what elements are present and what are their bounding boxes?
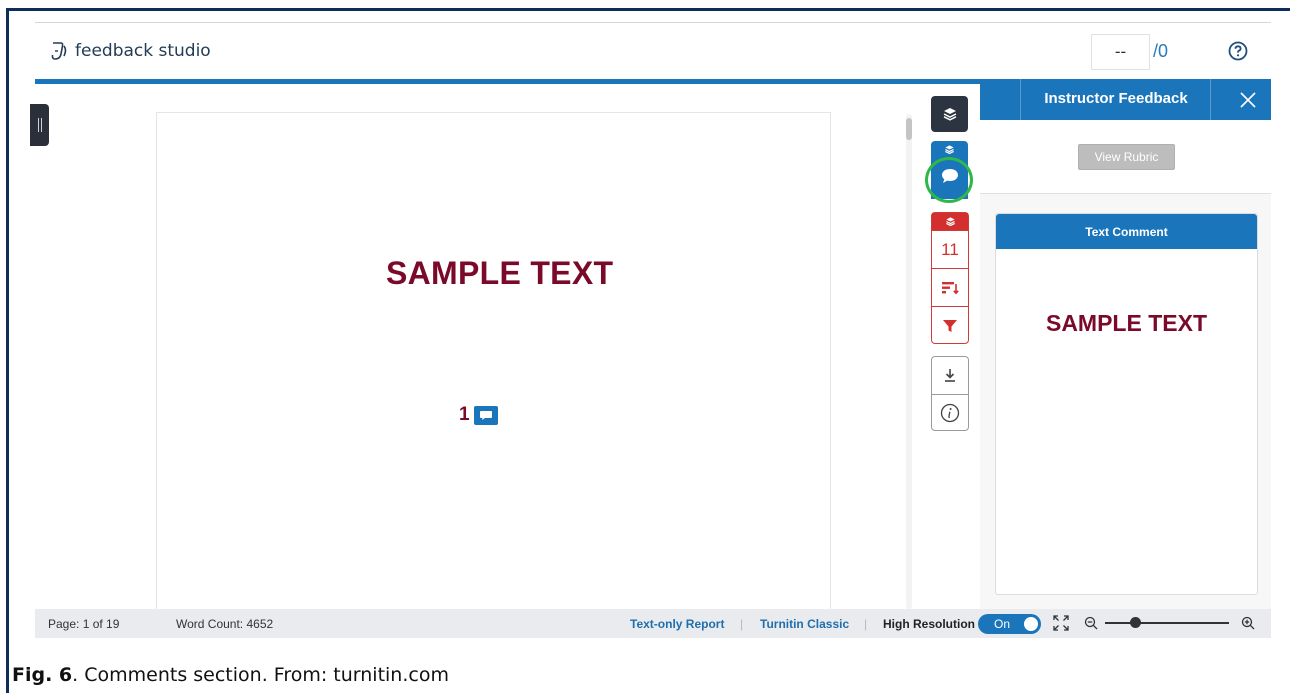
info-icon: [940, 403, 960, 423]
instructor-feedback-panel: Instructor Feedback View Rubric Text Com…: [980, 79, 1271, 609]
comment-card-title: Text Comment: [996, 214, 1257, 249]
panel-title: Instructor Feedback: [1044, 90, 1188, 107]
high-resolution-toggle[interactable]: On: [978, 614, 1041, 634]
turnitin-classic-link[interactable]: Turnitin Classic: [760, 617, 849, 631]
separator: |: [864, 617, 868, 631]
sort-button[interactable]: [932, 268, 968, 306]
status-bar: Page: 1 of 19 Word Count: 4652 Text-only…: [35, 609, 1271, 638]
score-total: /0: [1153, 41, 1169, 61]
text-only-report-link[interactable]: Text-only Report: [630, 617, 724, 631]
comment-bubble-icon[interactable]: [473, 405, 498, 425]
panel-header: Instructor Feedback: [980, 79, 1271, 120]
header-accent-bar: [35, 79, 980, 84]
toggle-knob: [1024, 617, 1038, 631]
header-divider: [1210, 79, 1211, 120]
filter-icon: [943, 319, 957, 332]
document-scrollbar[interactable]: [906, 114, 912, 609]
filter-button[interactable]: [932, 306, 968, 344]
document-page: [156, 112, 831, 609]
zoom-out-icon[interactable]: [1084, 616, 1098, 630]
comment-text[interactable]: SAMPLE TEXT: [996, 310, 1257, 337]
similarity-layer-group[interactable]: 11: [931, 212, 969, 344]
utility-group: [931, 356, 969, 431]
close-icon[interactable]: [1238, 90, 1258, 110]
info-button[interactable]: [932, 394, 968, 431]
header-divider: [1020, 79, 1021, 120]
download-icon: [945, 368, 955, 382]
fullscreen-icon[interactable]: [1053, 615, 1069, 631]
app-name: feedback studio: [75, 41, 211, 61]
text-comment-card[interactable]: Text Comment SAMPLE TEXT: [995, 213, 1258, 595]
sidebar-toggle-handle[interactable]: [30, 104, 49, 146]
high-resolution-label: High Resolution: [883, 617, 975, 631]
comment-marker-number: 1: [459, 404, 470, 425]
feedback-studio-logo-icon: [51, 42, 67, 60]
layers-icon: [943, 108, 956, 121]
app-header: feedback studio -- /0: [35, 23, 1271, 79]
download-button[interactable]: [932, 357, 968, 394]
grip-icon: [37, 118, 39, 132]
layers-icon: [945, 145, 954, 155]
toggle-state: On: [994, 617, 1011, 631]
figure-caption-text: . Comments section. From: turnitin.com: [72, 664, 449, 686]
app-logo[interactable]: feedback studio: [49, 40, 211, 62]
page-indicator: Page: 1 of 19: [48, 617, 120, 631]
separator: |: [740, 617, 744, 631]
highlight-circle: [925, 157, 973, 203]
layers-button[interactable]: [931, 96, 968, 132]
figure-caption: Fig. 6. Comments section. From: turnitin…: [12, 664, 449, 686]
word-count: Word Count: 4652: [176, 617, 274, 631]
help-icon[interactable]: [1228, 41, 1248, 61]
grip-icon-line: [40, 118, 42, 132]
rubric-area: View Rubric: [980, 120, 1271, 194]
figure-label: Fig. 6: [12, 664, 73, 686]
document-sample-text: SAMPLE TEXT: [386, 255, 614, 291]
similarity-score[interactable]: 11: [932, 230, 968, 268]
zoom-slider-track[interactable]: [1105, 622, 1229, 624]
scrollbar-thumb[interactable]: [906, 118, 912, 140]
zoom-in-icon[interactable]: [1241, 616, 1255, 630]
score-input[interactable]: --: [1091, 34, 1150, 70]
similarity-layers-header: [932, 213, 968, 230]
layers-icon: [945, 217, 955, 227]
sort-icon: [942, 281, 959, 294]
zoom-slider-handle[interactable]: [1130, 617, 1141, 628]
view-rubric-button[interactable]: View Rubric: [1078, 144, 1175, 170]
comment-marker[interactable]: 1: [459, 404, 498, 426]
